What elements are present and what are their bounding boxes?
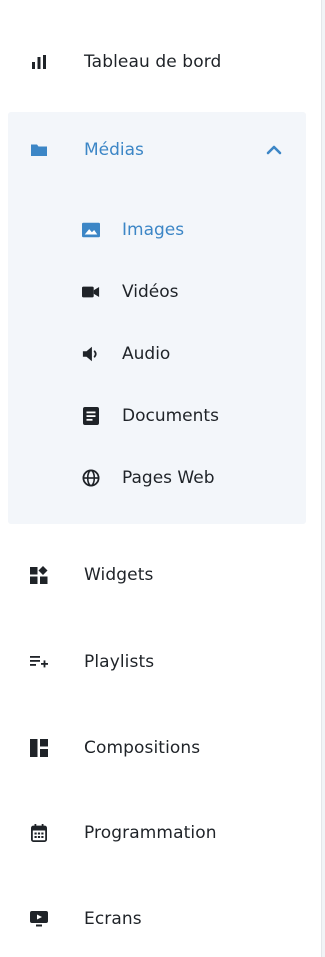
nav-item-label: Programmation	[84, 823, 217, 843]
nav-subitem-label: Images	[122, 220, 185, 240]
nav-item-label: Ecrans	[84, 909, 142, 929]
image-icon	[82, 221, 100, 239]
nav-subitem-label: Documents	[122, 406, 219, 426]
nav-subitem-label: Vidéos	[122, 282, 179, 302]
nav-item-label: Compositions	[84, 738, 201, 758]
nav-subitem-images[interactable]: Images	[8, 210, 306, 250]
content-edge	[321, 0, 325, 957]
speaker-icon	[82, 345, 100, 363]
nav-item-screens[interactable]: Ecrans	[8, 897, 306, 941]
calendar-icon	[30, 824, 48, 842]
widgets-icon	[30, 566, 48, 584]
nav-subitem-videos[interactable]: Vidéos	[8, 272, 306, 312]
nav-item-dashboard[interactable]: Tableau de bord	[8, 40, 306, 84]
nav-item-label: Tableau de bord	[84, 52, 222, 72]
nav-subitem-audio[interactable]: Audio	[8, 334, 306, 374]
nav-group-media: Médias Images Vidéos Audio Documents Pag…	[8, 112, 306, 524]
nav-subitem-label: Pages Web	[122, 468, 215, 488]
nav-item-media[interactable]: Médias	[8, 128, 306, 172]
nav-item-widgets[interactable]: Widgets	[8, 553, 306, 597]
nav-subitem-label: Audio	[122, 344, 171, 364]
folder-icon	[30, 141, 48, 159]
chevron-up-icon[interactable]	[264, 140, 284, 160]
playlist-add-icon	[30, 653, 48, 671]
nav-item-label: Médias	[84, 140, 144, 160]
nav-subitem-documents[interactable]: Documents	[8, 396, 306, 436]
nav-item-playlists[interactable]: Playlists	[8, 640, 306, 684]
nav-item-scheduling[interactable]: Programmation	[8, 811, 306, 855]
nav-item-label: Widgets	[84, 565, 154, 585]
monitor-icon	[30, 910, 48, 928]
nav-item-label: Playlists	[84, 652, 155, 672]
nav-subitem-web-pages[interactable]: Pages Web	[8, 458, 306, 498]
document-icon	[82, 407, 100, 425]
nav-item-compositions[interactable]: Compositions	[8, 726, 306, 770]
bar-chart-icon	[30, 53, 48, 71]
globe-icon	[82, 469, 100, 487]
layout-icon	[30, 739, 48, 757]
video-camera-icon	[82, 283, 100, 301]
